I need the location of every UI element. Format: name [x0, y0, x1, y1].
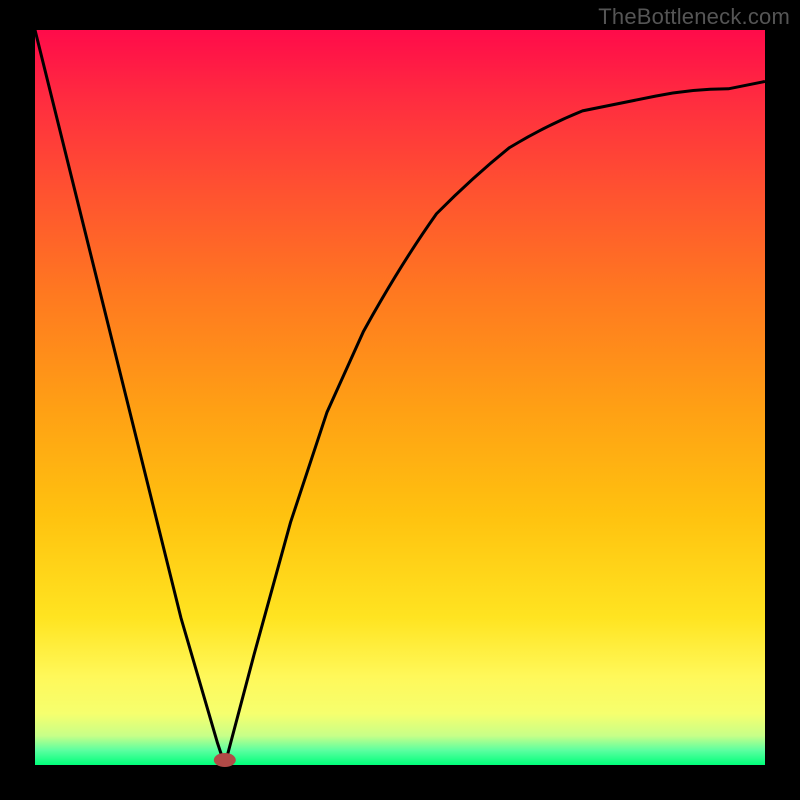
curve-path: [35, 30, 765, 765]
chart-frame: TheBottleneck.com: [0, 0, 800, 800]
bottleneck-curve: [35, 30, 765, 765]
curve-minimum-marker: [214, 753, 236, 767]
watermark-text: TheBottleneck.com: [598, 4, 790, 30]
plot-area: [35, 30, 765, 765]
